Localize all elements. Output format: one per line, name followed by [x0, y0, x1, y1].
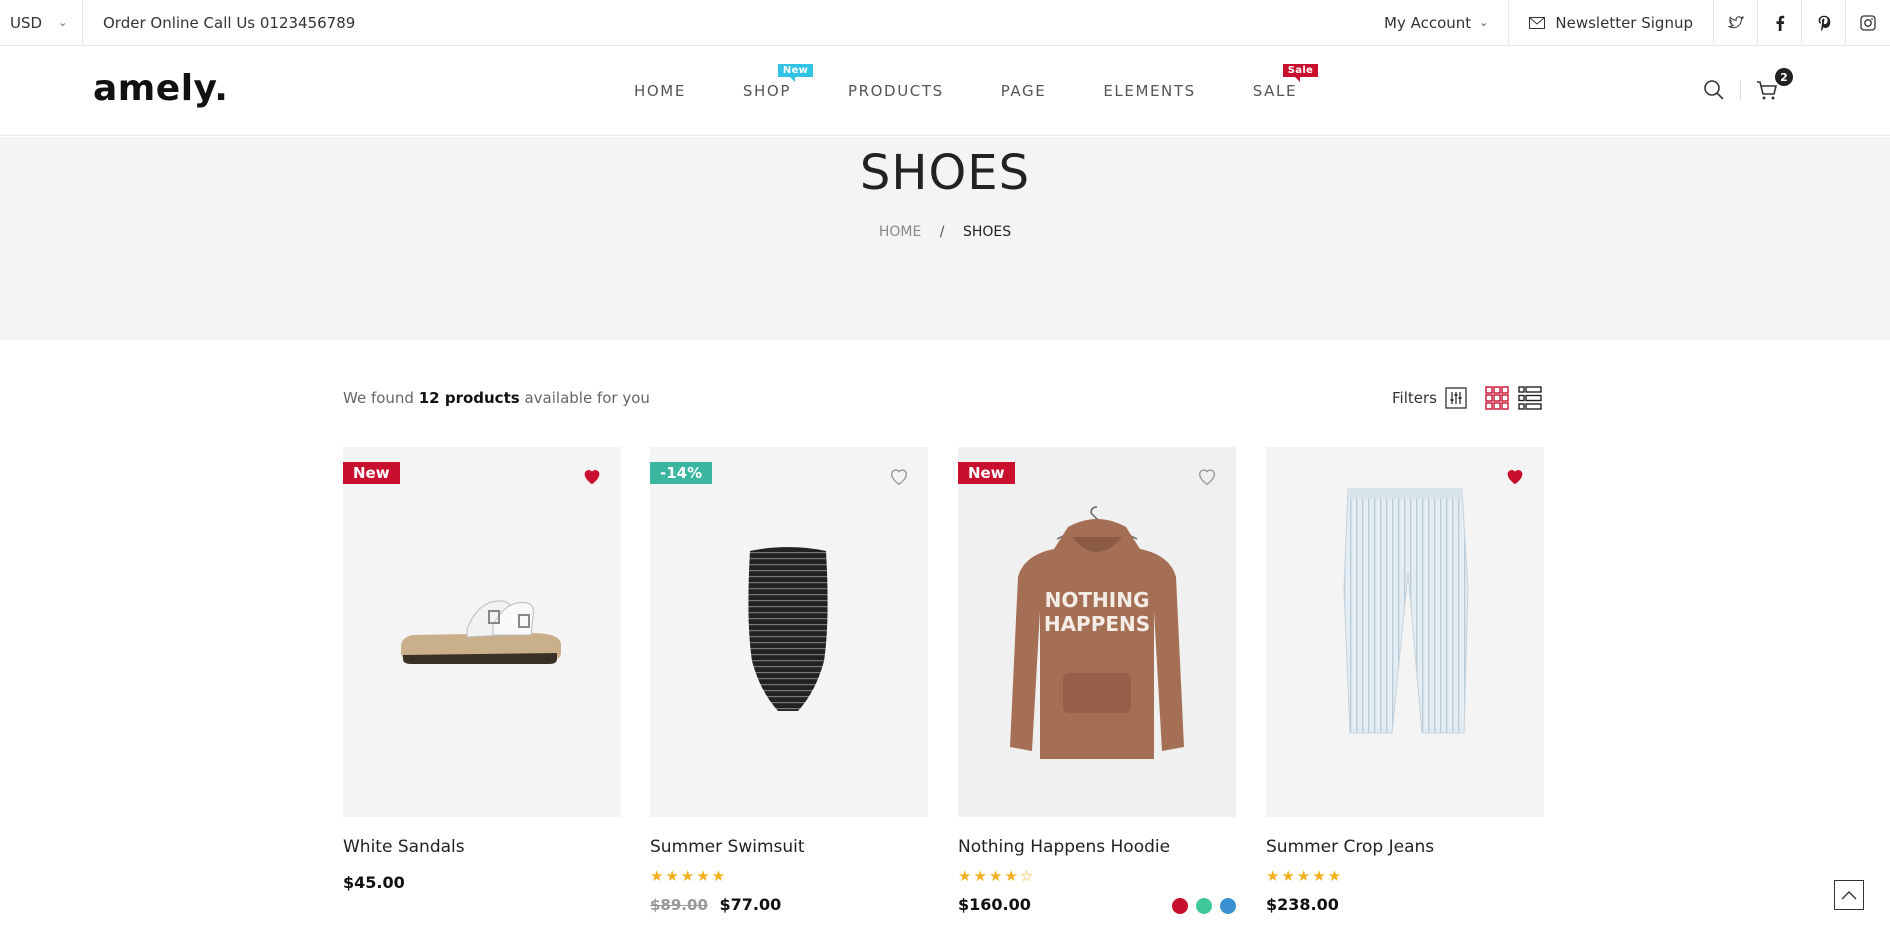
- currency-label: USD: [10, 13, 43, 32]
- hoodie-print-line-1: NOTHING: [1045, 588, 1150, 612]
- site-logo[interactable]: amely.: [93, 68, 228, 109]
- sandal-image: [401, 600, 561, 664]
- order-phone-text: Order Online Call Us 0123456789: [103, 13, 356, 32]
- grid-view-icon[interactable]: [1485, 386, 1509, 410]
- pinterest-icon[interactable]: [1802, 0, 1846, 46]
- top-bar: USD ⌄ Order Online Call Us 0123456789 My…: [0, 0, 1890, 46]
- product-old-price: $89.00: [650, 896, 708, 914]
- header-icons: 2: [1702, 68, 1793, 102]
- twitter-icon[interactable]: [1714, 0, 1758, 46]
- page-title-band: SHOES HOME / SHOES: [0, 137, 1890, 340]
- nav-elements[interactable]: ELEMENTS: [1103, 82, 1195, 100]
- chevron-up-icon: [1841, 891, 1857, 900]
- product-price-row: $89.00 $77.00: [650, 895, 928, 914]
- filters-button[interactable]: Filters: [1392, 387, 1467, 409]
- product-card[interactable]: Summer Crop Jeans ★★★★★ $238.00: [1266, 447, 1544, 914]
- my-account-label: My Account: [1384, 13, 1472, 32]
- jeans-image: [1343, 488, 1469, 734]
- breadcrumb-separator: /: [939, 224, 945, 240]
- cart-count-badge: 2: [1775, 68, 1793, 86]
- new-badge: New: [777, 64, 814, 82]
- nav-sale[interactable]: SALE Sale: [1253, 64, 1319, 100]
- product-image[interactable]: New: [343, 447, 621, 817]
- newsletter-label: Newsletter Signup: [1555, 13, 1693, 32]
- nav-shop[interactable]: SHOP New: [743, 64, 814, 100]
- main-nav: HOME SHOP New PRODUCTS PAGE ELEMENTS SAL…: [634, 64, 1354, 100]
- page-title: SHOES: [859, 145, 1031, 201]
- product-price: $238.00: [1266, 895, 1339, 914]
- cart-button[interactable]: 2: [1755, 68, 1793, 102]
- chevron-down-icon: ⌄: [58, 16, 68, 29]
- filters-label: Filters: [1392, 389, 1437, 407]
- product-image[interactable]: [1266, 447, 1544, 817]
- swatch-green[interactable]: [1196, 898, 1212, 914]
- divider: [1740, 80, 1741, 100]
- currency-selector[interactable]: USD ⌄: [0, 0, 83, 46]
- my-account-menu[interactable]: My Account ⌄: [1364, 0, 1510, 46]
- product-price-row: $160.00: [958, 895, 1236, 914]
- hoodie-print-line-2: HAPPENS: [1044, 612, 1150, 636]
- product-price: $77.00: [719, 895, 782, 914]
- product-price: $160.00: [958, 895, 1031, 914]
- swatch-red[interactable]: [1172, 898, 1188, 914]
- instagram-icon[interactable]: [1846, 0, 1890, 46]
- star-rating: ★★★★☆: [958, 867, 1036, 885]
- hoodie-image: NOTHING HAPPENS: [1010, 506, 1184, 759]
- breadcrumb: HOME / SHOES: [0, 224, 1890, 240]
- product-name[interactable]: Nothing Happens Hoodie: [958, 837, 1236, 857]
- search-icon[interactable]: [1702, 78, 1726, 102]
- product-image[interactable]: -14%: [650, 447, 928, 817]
- chevron-down-icon: ⌄: [1479, 16, 1489, 29]
- facebook-icon[interactable]: [1758, 0, 1802, 46]
- product-price: $45.00: [343, 873, 405, 892]
- breadcrumb-home-link[interactable]: HOME: [879, 224, 921, 240]
- nav-home[interactable]: HOME: [634, 82, 686, 100]
- newsletter-signup-link[interactable]: Newsletter Signup: [1509, 0, 1714, 46]
- nav-page[interactable]: PAGE: [1001, 82, 1047, 100]
- star-rating: ★★★★★: [650, 867, 728, 885]
- swatch-blue[interactable]: [1220, 898, 1236, 914]
- product-card[interactable]: -14% Summer Swimsuit ★★★★★ $89.00 $77.00: [650, 447, 928, 914]
- product-name[interactable]: Summer Crop Jeans: [1266, 837, 1544, 857]
- product-grid: New White Sandals $45.00 -14% Summer Swi…: [343, 447, 1544, 930]
- product-price-row: $45.00: [343, 873, 621, 892]
- color-swatches: [1172, 898, 1236, 914]
- list-view-icon[interactable]: [1518, 386, 1542, 410]
- results-count-text: We found 12 products available for you: [343, 389, 650, 407]
- star-rating: ★★★★★: [1266, 867, 1344, 885]
- nav-products[interactable]: PRODUCTS: [848, 82, 944, 100]
- results-toolbar: We found 12 products available for you F…: [343, 382, 1544, 416]
- filter-sliders-icon: [1445, 387, 1467, 409]
- breadcrumb-current: SHOES: [962, 224, 1012, 240]
- envelope-icon: [1529, 16, 1546, 29]
- site-header: amely. HOME SHOP New PRODUCTS PAGE ELEME…: [0, 46, 1890, 136]
- results-count: 12 products: [418, 389, 520, 407]
- product-name[interactable]: White Sandals: [343, 837, 621, 857]
- product-image[interactable]: New NOTHING HAPPENS: [958, 447, 1236, 817]
- product-card[interactable]: New White Sandals $45.00: [343, 447, 621, 892]
- swimsuit-image: [748, 547, 828, 711]
- sale-badge: Sale: [1282, 64, 1319, 82]
- back-to-top-button[interactable]: [1834, 880, 1864, 910]
- product-name[interactable]: Summer Swimsuit: [650, 837, 928, 857]
- product-price-row: $238.00: [1266, 895, 1544, 914]
- product-card[interactable]: New NOTHING HAPPENS Nothing Happens Hood…: [958, 447, 1236, 914]
